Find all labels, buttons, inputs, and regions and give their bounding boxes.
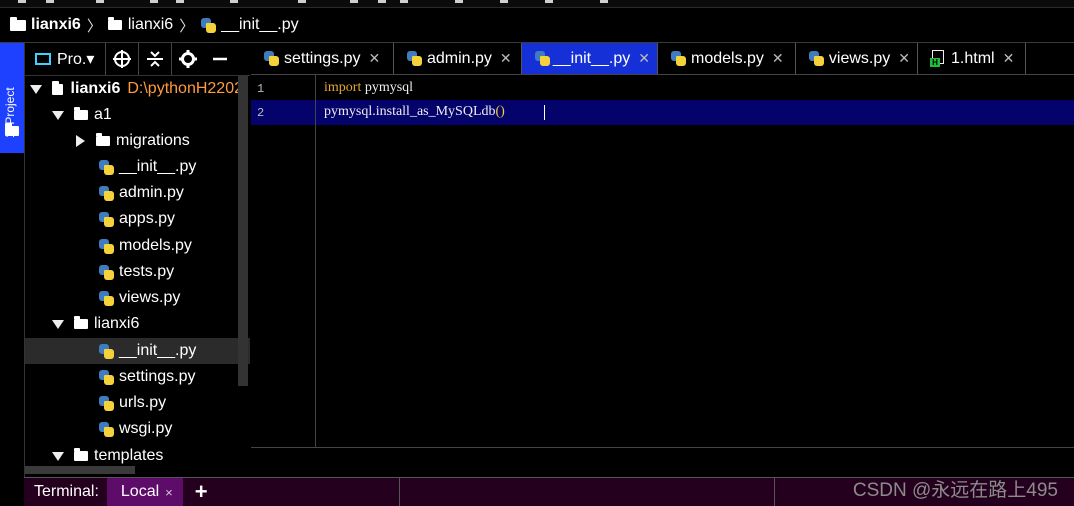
code-line-1[interactable]: import pymysql <box>324 80 413 96</box>
tree-item-file[interactable]: views.py <box>25 285 250 311</box>
gear-icon <box>179 50 197 68</box>
tree-item-file[interactable]: admin.py <box>25 180 250 206</box>
tree-item-file-selected[interactable]: __init__.py <box>25 338 250 364</box>
python-file-icon <box>200 17 217 34</box>
text-caret <box>544 105 545 120</box>
chevron-right-icon <box>76 135 85 147</box>
menu-strip <box>0 0 1074 8</box>
code-text: pymysql.install_as_MySQLdb <box>324 104 496 119</box>
terminal-label: Terminal: <box>34 483 99 500</box>
tab-admin[interactable]: admin.py ✕ <box>394 43 522 74</box>
tree-item-file[interactable]: urls.py <box>25 390 250 416</box>
folder-icon <box>74 448 88 461</box>
python-file-icon <box>98 421 115 438</box>
close-icon[interactable]: ✕ <box>772 50 784 67</box>
folder-icon <box>5 123 19 136</box>
locate-icon <box>113 50 131 68</box>
python-file-icon <box>98 290 115 307</box>
window-icon <box>35 53 51 65</box>
tree-item-file[interactable]: __init__.py <box>25 154 250 180</box>
tree-horizontal-scrollbar[interactable] <box>25 466 135 474</box>
close-icon[interactable]: ✕ <box>1003 50 1015 67</box>
locate-button[interactable] <box>106 43 139 75</box>
folder-icon <box>10 16 26 31</box>
line-number-gutter <box>251 75 316 447</box>
divider <box>399 478 400 506</box>
python-file-icon <box>98 395 115 412</box>
html-file-icon: H <box>930 50 946 67</box>
folder-icon <box>74 316 88 329</box>
watermark: CSDN @永远在路上495 <box>852 480 1058 501</box>
tree-item-migrations[interactable]: migrations <box>25 128 250 154</box>
folder-icon <box>96 133 110 146</box>
breadcrumb-item-file[interactable]: __init__.py <box>200 8 299 42</box>
python-file-icon <box>670 50 687 67</box>
keyword-import: import <box>324 80 362 95</box>
close-icon[interactable]: × <box>165 485 173 500</box>
tab-settings[interactable]: settings.py ✕ <box>251 43 394 74</box>
python-file-icon <box>406 50 423 67</box>
python-file-icon <box>98 185 115 202</box>
minimize-icon <box>213 57 227 61</box>
close-icon[interactable]: ✕ <box>638 50 650 67</box>
new-terminal-button[interactable]: + <box>195 481 208 503</box>
code-line-2[interactable]: pymysql.install_as_MySQLdb() <box>324 104 505 120</box>
folder-icon <box>52 80 63 95</box>
python-file-icon <box>534 50 550 67</box>
python-file-icon <box>808 50 825 67</box>
python-file-icon <box>98 264 115 281</box>
tab-init[interactable]: __init__.py ✕ <box>522 43 658 74</box>
close-icon[interactable]: ✕ <box>368 50 380 67</box>
chevron-down-icon <box>52 319 64 329</box>
code-text: pymysql <box>361 80 414 95</box>
editor-tabs: settings.py ✕ admin.py ✕ __init__.py ✕ mode… <box>251 43 1074 75</box>
project-toolbar: Pro.▾ <box>25 43 250 76</box>
editor-footer <box>251 447 1074 478</box>
breadcrumb-item-package[interactable]: lianxi6 <box>107 8 173 42</box>
chevron-down-icon <box>52 451 64 461</box>
tree-item-lianxi6-package[interactable]: lianxi6 <box>25 311 250 337</box>
close-icon[interactable]: ✕ <box>898 50 910 67</box>
tab-views[interactable]: views.py ✕ <box>796 43 918 74</box>
project-view-dropdown[interactable]: Pro.▾ <box>25 43 106 75</box>
line-number: 2 <box>257 106 265 120</box>
python-file-icon <box>98 211 115 228</box>
breadcrumb: lianxi6 〉 lianxi6 〉 __init__.py <box>0 8 1074 43</box>
project-tree: lianxi6 D:\pythonH2202 a1 migrations __i… <box>25 76 250 476</box>
tree-item-file[interactable]: wsgi.py <box>25 416 250 442</box>
tab-models[interactable]: models.py ✕ <box>658 43 796 74</box>
collapse-icon <box>147 51 163 67</box>
folder-icon <box>107 17 122 30</box>
project-tool-tab[interactable]: 1: Project <box>0 43 24 153</box>
close-icon[interactable]: ✕ <box>500 50 512 67</box>
chevron-right-icon: 〉 <box>86 17 102 35</box>
divider <box>774 478 775 506</box>
folder-icon <box>74 107 88 120</box>
tree-item-root[interactable]: lianxi6 D:\pythonH2202 <box>25 76 243 102</box>
python-file-icon <box>98 343 115 360</box>
chevron-down-icon <box>52 110 64 120</box>
code-parens: () <box>495 104 505 119</box>
terminal-tab-local[interactable]: Local × <box>106 478 183 506</box>
line-number: 1 <box>257 82 265 96</box>
breadcrumb-item-project[interactable]: lianxi6 <box>0 8 81 42</box>
python-file-icon <box>98 159 115 176</box>
tree-item-file[interactable]: tests.py <box>25 259 250 285</box>
tree-item-file[interactable]: apps.py <box>25 206 250 232</box>
python-file-icon <box>98 369 115 386</box>
chevron-right-icon: 〉 <box>179 17 195 35</box>
hide-panel-button[interactable] <box>204 43 236 75</box>
tree-scrollbar[interactable] <box>238 76 248 386</box>
tree-item-file[interactable]: models.py <box>25 233 250 259</box>
settings-button[interactable] <box>172 43 204 75</box>
chevron-down-icon <box>30 84 42 94</box>
python-file-icon <box>98 238 115 255</box>
tree-item-a1[interactable]: a1 <box>25 102 250 128</box>
python-file-icon <box>263 50 280 67</box>
code-editor[interactable] <box>316 75 1074 447</box>
tree-item-file[interactable]: settings.py <box>25 364 250 390</box>
tab-1-html[interactable]: H 1.html ✕ <box>918 43 1026 74</box>
collapse-all-button[interactable] <box>139 43 172 75</box>
